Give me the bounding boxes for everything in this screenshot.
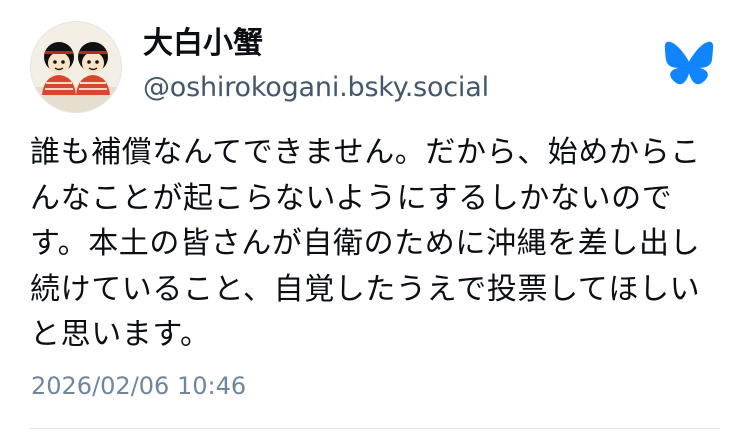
bluesky-butterfly-icon[interactable] (664, 40, 714, 86)
post-timestamp[interactable]: 2026/02/06 10:46 (31, 371, 246, 401)
divider (30, 428, 720, 429)
bluesky-logo-graphic (664, 41, 714, 85)
author-display-name[interactable]: 大白小蟹 (143, 26, 263, 62)
post-text: 誰も補償なんてできません。だから、始めからこんなことが起こらないようにするしかな… (30, 135, 701, 352)
author-handle[interactable]: @oshirokogani.bsky.social (143, 72, 489, 104)
avatar-illustration (30, 21, 122, 113)
post-card: 大白小蟹 @oshirokogani.bsky.social 誰も補償なんてでき… (0, 0, 750, 435)
avatar[interactable] (30, 21, 122, 113)
